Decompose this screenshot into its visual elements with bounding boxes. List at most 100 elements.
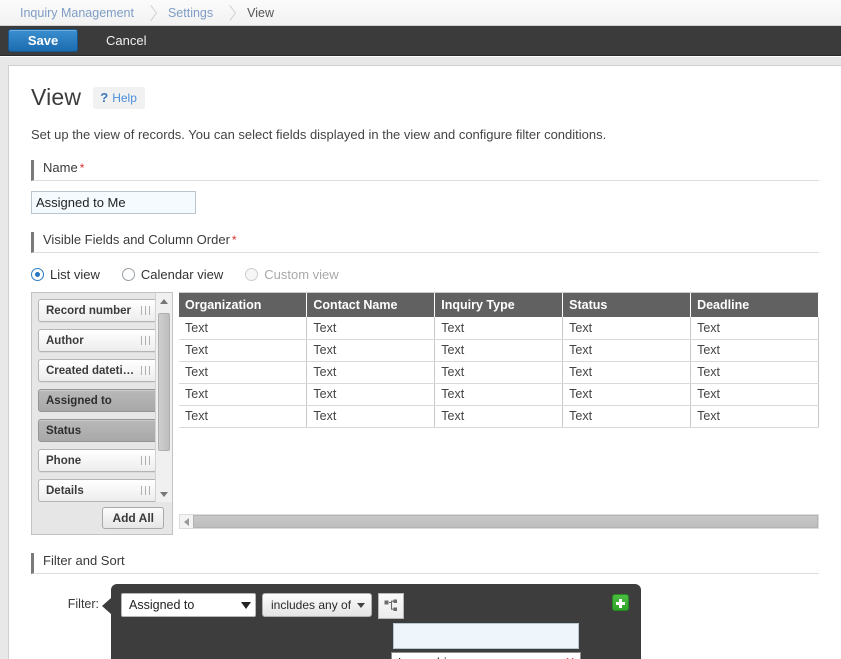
preview-cell: Text (563, 317, 691, 339)
help-button[interactable]: ? Help (93, 87, 145, 109)
field-chips-scroll-area: Record numberLast userAuthorUpdated date… (32, 293, 155, 502)
preview-cell: Text (563, 361, 691, 383)
preview-cell: Text (691, 383, 819, 405)
preview-cell: Text (563, 339, 691, 361)
section-label-name: Name* (31, 160, 819, 181)
field-chip[interactable]: Status (38, 419, 155, 442)
available-fields-panel: Record numberLast userAuthorUpdated date… (31, 292, 173, 535)
org-tree-icon (384, 599, 398, 613)
preview-column-header[interactable]: Deadline (691, 293, 819, 317)
column-preview-panel: OrganizationContact NameInquiry TypeStat… (179, 292, 819, 535)
filter-callout-arrow-icon (102, 598, 111, 614)
field-chip[interactable]: Record number (38, 299, 155, 322)
filter-row-label: Filter: (37, 597, 99, 611)
radio-list-view-label: List view (50, 267, 100, 282)
preview-cell: Text (179, 405, 307, 427)
field-chip[interactable]: Assigned to (38, 389, 155, 412)
picker-footer: Add All (32, 502, 172, 534)
filter-field-value: Assigned to (129, 598, 194, 612)
preview-column-header[interactable]: Contact Name (307, 293, 435, 317)
breadcrumb-item-settings[interactable]: Settings (162, 6, 219, 20)
field-builder: Record numberLast userAuthorUpdated date… (31, 292, 819, 535)
preview-cell: Text (691, 317, 819, 339)
preview-cell: Text (691, 361, 819, 383)
field-list-vertical-scrollbar[interactable] (155, 293, 172, 502)
view-mode-radio-group: List view Calendar view Custom view (31, 267, 819, 282)
scroll-up-arrow-icon[interactable] (156, 293, 172, 309)
field-chip[interactable]: Phone (38, 449, 155, 472)
preview-cell: Text (435, 361, 563, 383)
filter-operator-value: includes any of (271, 598, 351, 612)
required-asterisk: * (232, 233, 237, 247)
drag-handle-icon[interactable] (141, 306, 152, 315)
preview-cell: Text (179, 339, 307, 361)
visible-fields-label: Visible Fields and Column Order (43, 232, 230, 247)
radio-custom-view: Custom view (245, 267, 338, 282)
preview-cell: Text (435, 339, 563, 361)
cancel-button[interactable]: Cancel (100, 32, 152, 49)
filter-selected-value-item: Logged-in user ✖ (391, 652, 581, 659)
field-chip-label: Status (46, 425, 152, 437)
add-filter-condition-button[interactable] (612, 594, 629, 611)
save-button[interactable]: Save (8, 29, 78, 52)
field-chip-label: Details (46, 485, 138, 497)
breadcrumb-separator-icon (143, 0, 159, 26)
preview-table-body: TextTextTextTextTextTextTextTextTextText… (179, 317, 819, 427)
preview-cell: Text (179, 361, 307, 383)
breadcrumb-item-inquiry-management[interactable]: Inquiry Management (14, 6, 140, 20)
required-asterisk: * (80, 161, 85, 175)
app-root: Inquiry Management Settings View Save Ca… (0, 0, 841, 659)
page-description: Set up the view of records. You can sele… (31, 127, 819, 142)
field-chip-label: Assigned to (46, 395, 152, 407)
preview-cell: Text (691, 339, 819, 361)
field-chip-label: Created dateti… (46, 365, 138, 377)
preview-cell: Text (307, 383, 435, 405)
preview-table-header-row: OrganizationContact NameInquiry TypeStat… (179, 293, 819, 317)
field-chip[interactable]: Author (38, 329, 155, 352)
add-all-button[interactable]: Add All (102, 507, 164, 529)
chevron-down-icon (357, 603, 365, 608)
field-chip-label: Phone (46, 455, 138, 467)
scroll-down-arrow-icon[interactable] (156, 486, 172, 502)
field-chip[interactable]: Details (38, 479, 155, 502)
horizontal-scroll-thumb[interactable] (193, 515, 818, 528)
filter-field-select[interactable]: Assigned to (121, 593, 256, 617)
view-name-input[interactable] (31, 191, 196, 214)
filter-operator-select[interactable]: includes any of (262, 593, 372, 617)
table-row: TextTextTextTextText (179, 405, 819, 427)
preview-column-header[interactable]: Organization (179, 293, 307, 317)
preview-cell: Text (307, 317, 435, 339)
filter-value-input[interactable] (393, 623, 579, 649)
drag-handle-icon[interactable] (141, 336, 152, 345)
preview-cell: Text (307, 361, 435, 383)
radio-custom-view-label: Custom view (264, 267, 338, 282)
preview-horizontal-scrollbar[interactable] (179, 514, 819, 529)
field-chip[interactable]: Created dateti… (38, 359, 155, 382)
preview-column-header[interactable]: Inquiry Type (435, 293, 563, 317)
table-row: TextTextTextTextText (179, 317, 819, 339)
preview-column-header[interactable]: Status (563, 293, 691, 317)
field-chips-grid: Record numberLast userAuthorUpdated date… (38, 299, 151, 502)
drag-handle-icon[interactable] (141, 366, 152, 375)
vertical-scroll-thumb[interactable] (158, 313, 170, 451)
filter-condition-panel: Filter: Assigned to includes any of (111, 584, 641, 659)
radio-list-view[interactable]: List view (31, 267, 100, 282)
help-label: Help (112, 91, 137, 105)
title-row: View ? Help (31, 84, 819, 111)
user-picker-button[interactable] (378, 593, 404, 619)
filter-and-sort-label: Filter and Sort (43, 553, 125, 568)
scroll-left-arrow-icon[interactable] (180, 515, 193, 528)
vertical-scroll-track[interactable] (156, 309, 172, 486)
drag-handle-icon[interactable] (141, 456, 152, 465)
name-label: Name (43, 160, 78, 175)
drag-handle-icon[interactable] (141, 486, 152, 495)
preview-cell: Text (435, 317, 563, 339)
table-row: TextTextTextTextText (179, 383, 819, 405)
radio-button-icon (245, 268, 258, 281)
preview-cell: Text (179, 317, 307, 339)
question-mark-icon: ? (100, 90, 108, 105)
radio-calendar-view[interactable]: Calendar view (122, 267, 223, 282)
page-title: View (31, 84, 81, 111)
chevron-down-icon (241, 602, 251, 609)
filter-condition-row: Assigned to includes any of (121, 593, 631, 619)
